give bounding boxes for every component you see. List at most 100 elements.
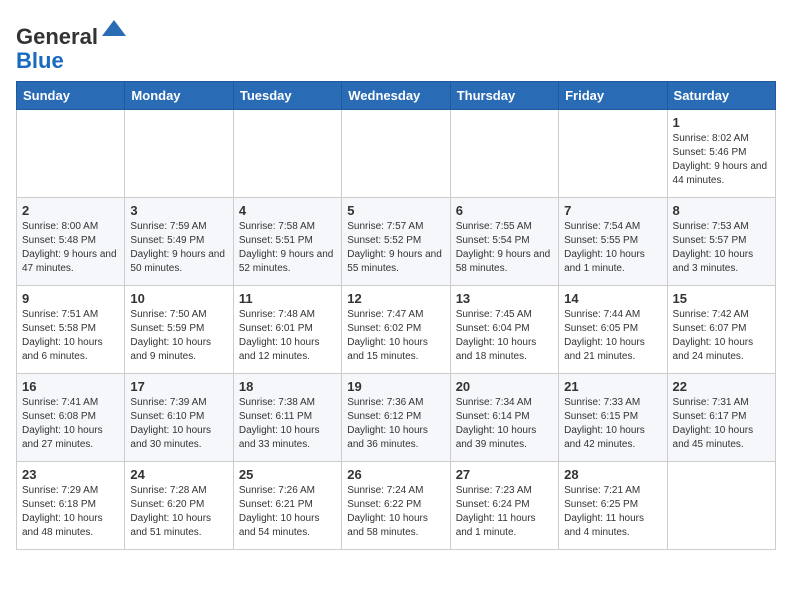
day-info: Sunrise: 7:50 AM Sunset: 5:59 PM Dayligh… bbox=[130, 308, 227, 364]
day-info: Sunrise: 7:59 AM Sunset: 5:49 PM Dayligh… bbox=[130, 220, 227, 276]
day-number: 13 bbox=[456, 291, 553, 306]
day-number: 28 bbox=[564, 467, 661, 482]
day-cell: 23 Sunrise: 7:29 AM Sunset: 6:18 PM Dayli… bbox=[17, 462, 125, 550]
day-cell: 13 Sunrise: 7:45 AM Sunset: 6:04 PM Dayli… bbox=[450, 286, 558, 374]
day-number: 17 bbox=[130, 379, 227, 394]
week-row-5: 23 Sunrise: 7:29 AM Sunset: 6:18 PM Dayli… bbox=[17, 462, 776, 550]
day-number: 23 bbox=[22, 467, 119, 482]
day-cell: 16 Sunrise: 7:41 AM Sunset: 6:08 PM Dayli… bbox=[17, 374, 125, 462]
day-cell: 22Sunrise: 7:31 AM Sunset: 6:17 PM Dayli… bbox=[667, 374, 775, 462]
day-number: 16 bbox=[22, 379, 119, 394]
day-info: Sunrise: 7:23 AM Sunset: 6:24 PM Dayligh… bbox=[456, 484, 553, 540]
logo-general: General bbox=[16, 24, 98, 49]
day-number: 11 bbox=[239, 291, 336, 306]
day-number: 18 bbox=[239, 379, 336, 394]
day-cell bbox=[559, 110, 667, 198]
day-number: 26 bbox=[347, 467, 444, 482]
day-info: Sunrise: 7:34 AM Sunset: 6:14 PM Dayligh… bbox=[456, 396, 553, 452]
day-cell bbox=[342, 110, 450, 198]
col-header-monday: Monday bbox=[125, 82, 233, 110]
day-info: Sunrise: 8:00 AM Sunset: 5:48 PM Dayligh… bbox=[22, 220, 119, 276]
day-number: 27 bbox=[456, 467, 553, 482]
col-header-friday: Friday bbox=[559, 82, 667, 110]
day-cell: 7 Sunrise: 7:54 AM Sunset: 5:55 PM Daylig… bbox=[559, 198, 667, 286]
day-info: Sunrise: 7:29 AM Sunset: 6:18 PM Dayligh… bbox=[22, 484, 119, 540]
week-row-2: 2Sunrise: 8:00 AM Sunset: 5:48 PM Daylig… bbox=[17, 198, 776, 286]
day-info: Sunrise: 7:58 AM Sunset: 5:51 PM Dayligh… bbox=[239, 220, 336, 276]
day-number: 15 bbox=[673, 291, 770, 306]
day-cell: 8 Sunrise: 7:53 AM Sunset: 5:57 PM Daylig… bbox=[667, 198, 775, 286]
day-number: 1 bbox=[673, 115, 770, 130]
day-info: Sunrise: 7:51 AM Sunset: 5:58 PM Dayligh… bbox=[22, 308, 119, 364]
day-number: 21 bbox=[564, 379, 661, 394]
day-cell: 17 Sunrise: 7:39 AM Sunset: 6:10 PM Dayli… bbox=[125, 374, 233, 462]
day-cell: 3 Sunrise: 7:59 AM Sunset: 5:49 PM Daylig… bbox=[125, 198, 233, 286]
day-info: Sunrise: 7:24 AM Sunset: 6:22 PM Dayligh… bbox=[347, 484, 444, 540]
col-header-tuesday: Tuesday bbox=[233, 82, 341, 110]
day-number: 3 bbox=[130, 203, 227, 218]
day-info: Sunrise: 7:57 AM Sunset: 5:52 PM Dayligh… bbox=[347, 220, 444, 276]
day-cell: 1 Sunrise: 8:02 AM Sunset: 5:46 PM Daylig… bbox=[667, 110, 775, 198]
col-header-thursday: Thursday bbox=[450, 82, 558, 110]
day-cell bbox=[125, 110, 233, 198]
day-cell: 19 Sunrise: 7:36 AM Sunset: 6:12 PM Dayli… bbox=[342, 374, 450, 462]
day-number: 7 bbox=[564, 203, 661, 218]
day-info: Sunrise: 7:44 AM Sunset: 6:05 PM Dayligh… bbox=[564, 308, 661, 364]
day-info: Sunrise: 8:02 AM Sunset: 5:46 PM Dayligh… bbox=[673, 132, 770, 188]
day-info: Sunrise: 7:55 AM Sunset: 5:54 PM Dayligh… bbox=[456, 220, 553, 276]
day-cell: 18 Sunrise: 7:38 AM Sunset: 6:11 PM Dayli… bbox=[233, 374, 341, 462]
day-cell: 12 Sunrise: 7:47 AM Sunset: 6:02 PM Dayli… bbox=[342, 286, 450, 374]
logo-blue: Blue bbox=[16, 48, 64, 73]
day-info: Sunrise: 7:41 AM Sunset: 6:08 PM Dayligh… bbox=[22, 396, 119, 452]
day-number: 20 bbox=[456, 379, 553, 394]
day-cell: 10 Sunrise: 7:50 AM Sunset: 5:59 PM Dayli… bbox=[125, 286, 233, 374]
day-number: 4 bbox=[239, 203, 336, 218]
day-info: Sunrise: 7:26 AM Sunset: 6:21 PM Dayligh… bbox=[239, 484, 336, 540]
day-info: Sunrise: 7:21 AM Sunset: 6:25 PM Dayligh… bbox=[564, 484, 661, 540]
day-cell bbox=[17, 110, 125, 198]
day-info: Sunrise: 7:38 AM Sunset: 6:11 PM Dayligh… bbox=[239, 396, 336, 452]
day-number: 6 bbox=[456, 203, 553, 218]
day-number: 10 bbox=[130, 291, 227, 306]
calendar-header-row: SundayMondayTuesdayWednesdayThursdayFrid… bbox=[17, 82, 776, 110]
day-cell: 11 Sunrise: 7:48 AM Sunset: 6:01 PM Dayli… bbox=[233, 286, 341, 374]
day-info: Sunrise: 7:45 AM Sunset: 6:04 PM Dayligh… bbox=[456, 308, 553, 364]
day-cell: 6 Sunrise: 7:55 AM Sunset: 5:54 PM Daylig… bbox=[450, 198, 558, 286]
day-cell bbox=[233, 110, 341, 198]
logo: General Blue bbox=[16, 16, 128, 73]
day-cell bbox=[450, 110, 558, 198]
day-info: Sunrise: 7:47 AM Sunset: 6:02 PM Dayligh… bbox=[347, 308, 444, 364]
day-info: Sunrise: 7:39 AM Sunset: 6:10 PM Dayligh… bbox=[130, 396, 227, 452]
day-number: 22 bbox=[673, 379, 770, 394]
day-number: 9 bbox=[22, 291, 119, 306]
col-header-saturday: Saturday bbox=[667, 82, 775, 110]
day-info: Sunrise: 7:36 AM Sunset: 6:12 PM Dayligh… bbox=[347, 396, 444, 452]
day-cell: 27 Sunrise: 7:23 AM Sunset: 6:24 PM Dayli… bbox=[450, 462, 558, 550]
week-row-1: 1 Sunrise: 8:02 AM Sunset: 5:46 PM Daylig… bbox=[17, 110, 776, 198]
day-info: Sunrise: 7:53 AM Sunset: 5:57 PM Dayligh… bbox=[673, 220, 770, 276]
day-info: Sunrise: 7:48 AM Sunset: 6:01 PM Dayligh… bbox=[239, 308, 336, 364]
day-info: Sunrise: 7:28 AM Sunset: 6:20 PM Dayligh… bbox=[130, 484, 227, 540]
day-info: Sunrise: 7:33 AM Sunset: 6:15 PM Dayligh… bbox=[564, 396, 661, 452]
day-number: 14 bbox=[564, 291, 661, 306]
day-cell: 2Sunrise: 8:00 AM Sunset: 5:48 PM Daylig… bbox=[17, 198, 125, 286]
day-cell bbox=[667, 462, 775, 550]
col-header-wednesday: Wednesday bbox=[342, 82, 450, 110]
day-cell: 26 Sunrise: 7:24 AM Sunset: 6:22 PM Dayli… bbox=[342, 462, 450, 550]
day-number: 8 bbox=[673, 203, 770, 218]
calendar-table: SundayMondayTuesdayWednesdayThursdayFrid… bbox=[16, 81, 776, 550]
day-info: Sunrise: 7:54 AM Sunset: 5:55 PM Dayligh… bbox=[564, 220, 661, 276]
day-cell: 21 Sunrise: 7:33 AM Sunset: 6:15 PM Dayli… bbox=[559, 374, 667, 462]
day-cell: 4 Sunrise: 7:58 AM Sunset: 5:51 PM Daylig… bbox=[233, 198, 341, 286]
day-cell: 5Sunrise: 7:57 AM Sunset: 5:52 PM Daylig… bbox=[342, 198, 450, 286]
col-header-sunday: Sunday bbox=[17, 82, 125, 110]
day-number: 25 bbox=[239, 467, 336, 482]
day-cell: 20 Sunrise: 7:34 AM Sunset: 6:14 PM Dayli… bbox=[450, 374, 558, 462]
day-number: 12 bbox=[347, 291, 444, 306]
day-cell: 9 Sunrise: 7:51 AM Sunset: 5:58 PM Daylig… bbox=[17, 286, 125, 374]
day-cell: 24Sunrise: 7:28 AM Sunset: 6:20 PM Dayli… bbox=[125, 462, 233, 550]
day-cell: 25 Sunrise: 7:26 AM Sunset: 6:21 PM Dayli… bbox=[233, 462, 341, 550]
day-info: Sunrise: 7:42 AM Sunset: 6:07 PM Dayligh… bbox=[673, 308, 770, 364]
day-number: 19 bbox=[347, 379, 444, 394]
page-header: General Blue bbox=[16, 16, 776, 73]
